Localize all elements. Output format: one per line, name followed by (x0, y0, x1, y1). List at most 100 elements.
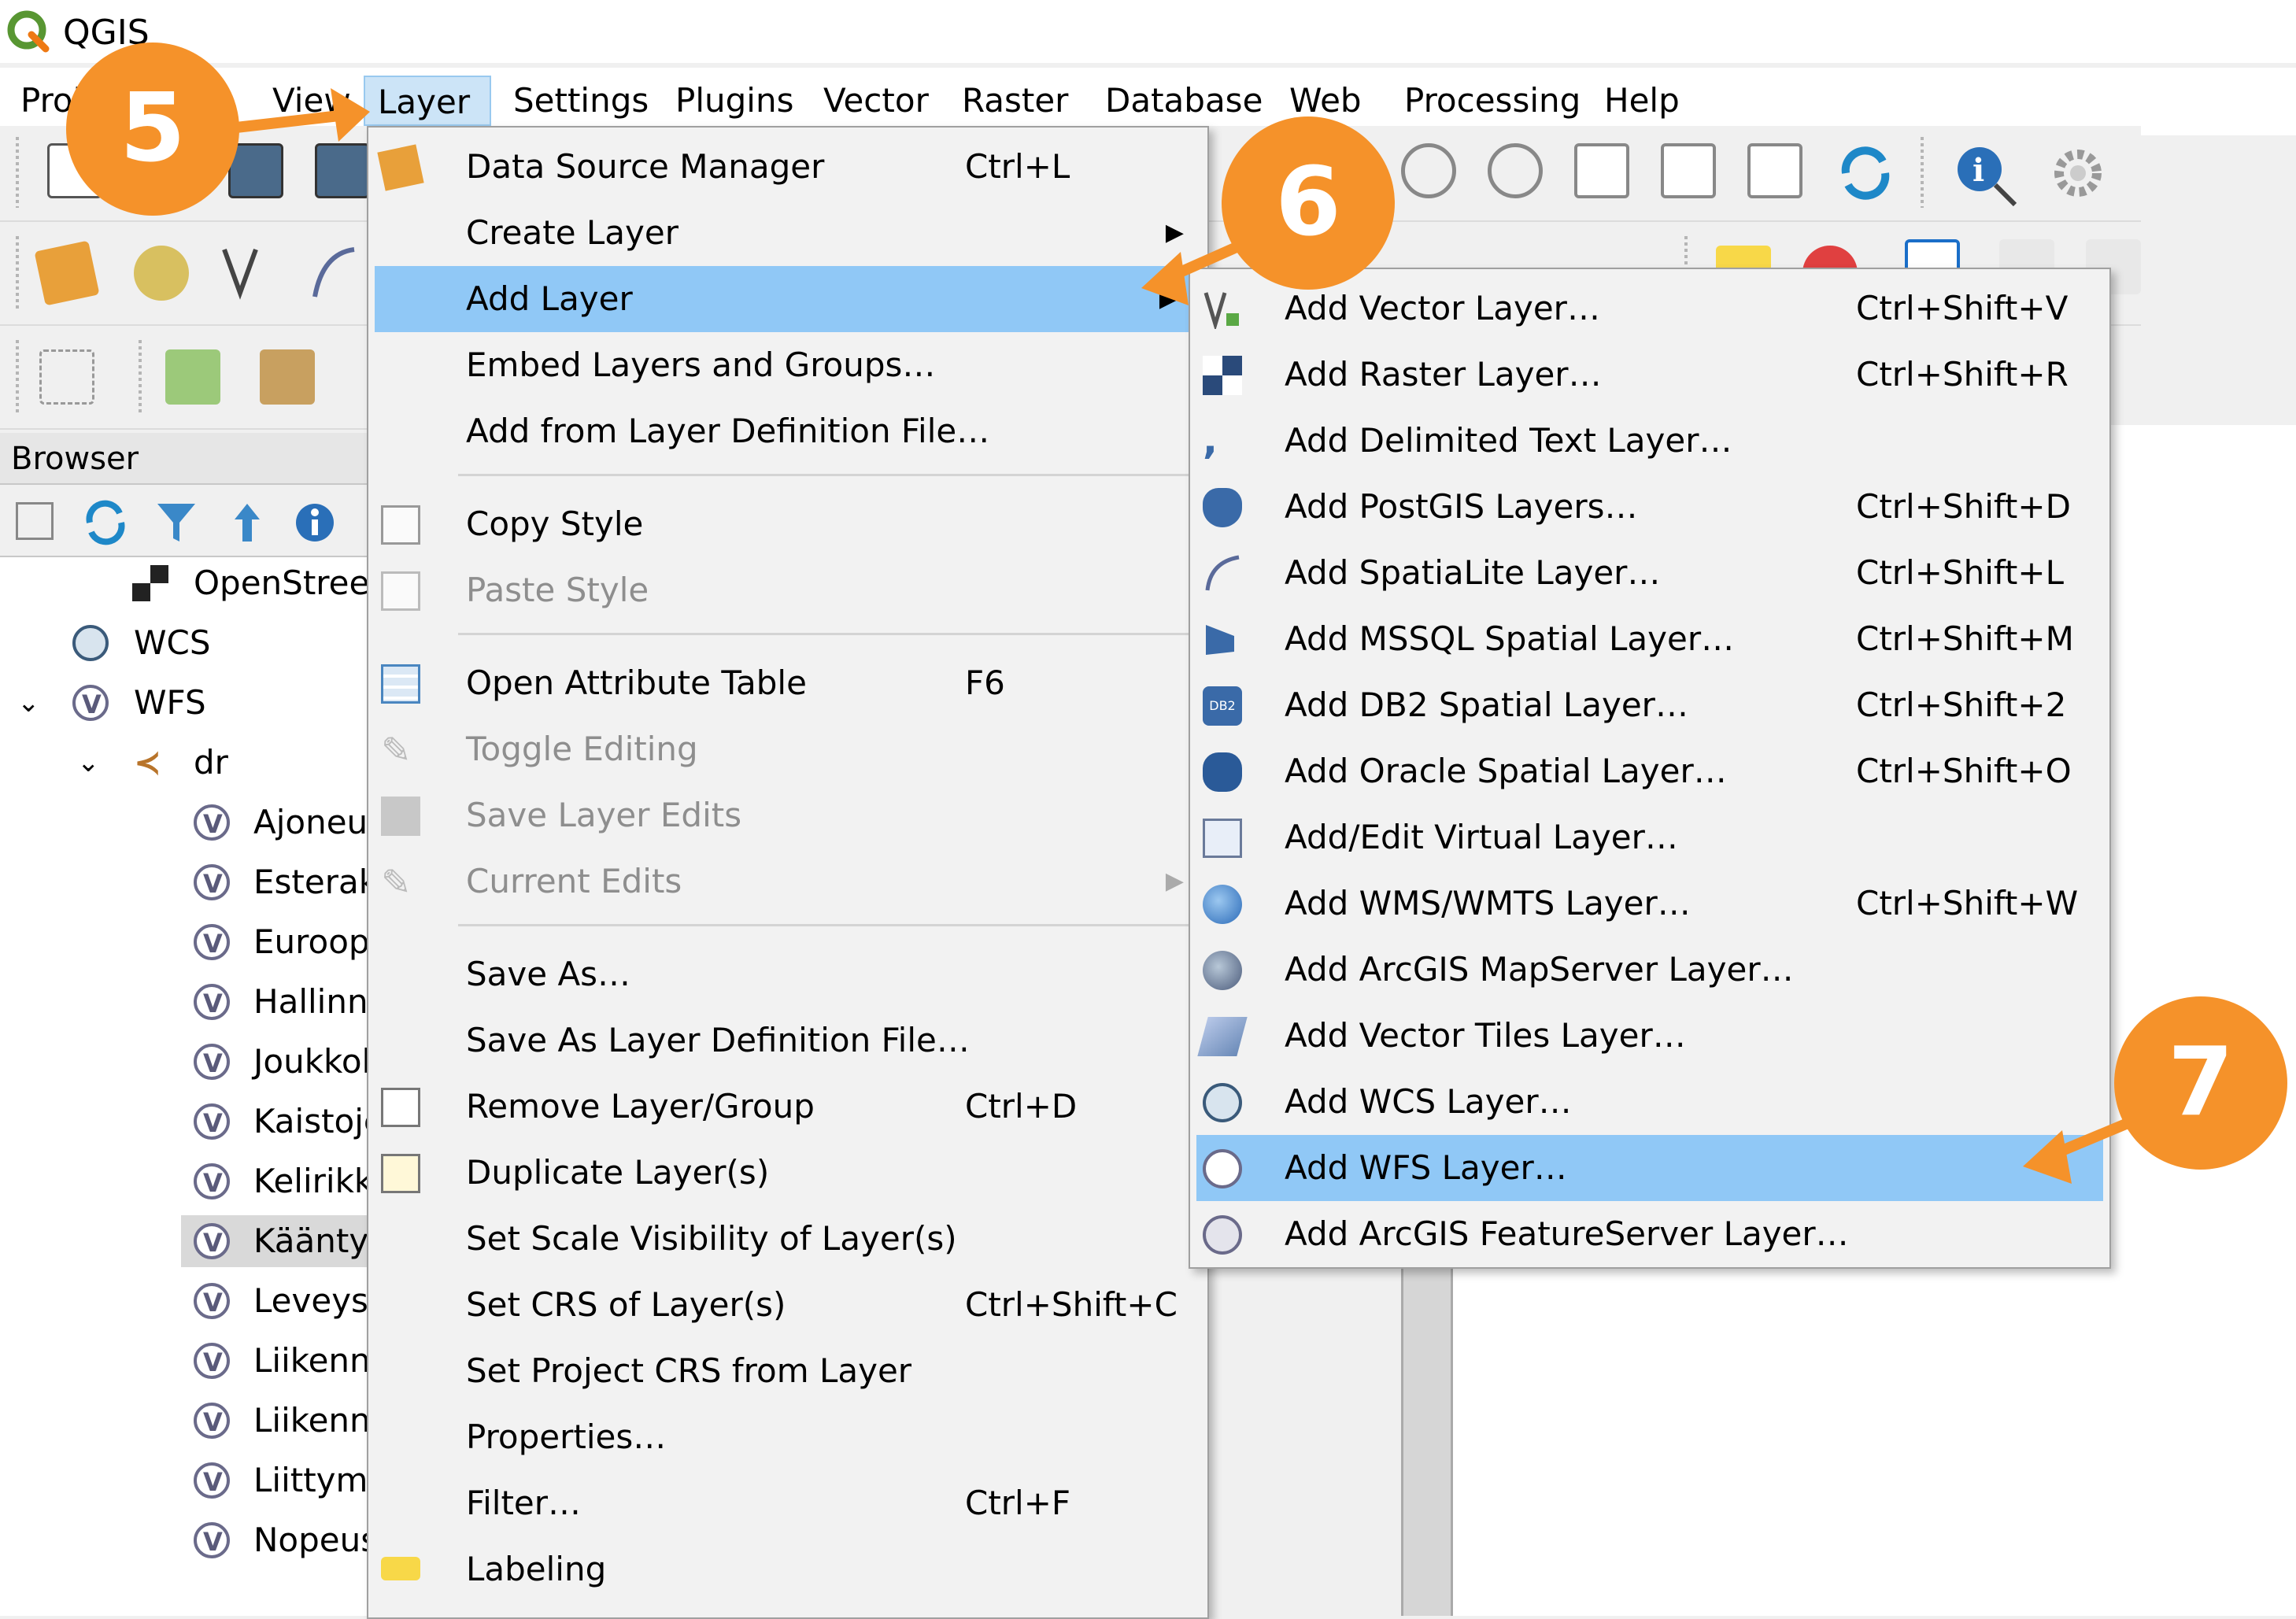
georeferencer-icon[interactable] (165, 349, 220, 405)
menu-item-data-source-manager[interactable]: Data Source Manager Ctrl+L (368, 134, 1207, 200)
menu-layer[interactable]: Layer (364, 76, 491, 126)
menu-item-embed-layers[interactable]: Embed Layers and Groups… (368, 332, 1207, 398)
tree-item-dr[interactable]: ⌄ ≺ dr (0, 737, 368, 789)
menu-item-filter[interactable]: Filter… Ctrl+F (368, 1470, 1207, 1536)
tree-item-layer[interactable]: Nopeus (0, 1514, 378, 1568)
toolbar-grip[interactable] (16, 236, 19, 310)
wfs-layer-icon (194, 978, 230, 1029)
menu-item-label: Add ArcGIS MapServer Layer… (1285, 950, 1794, 989)
menu-item-add-oracle[interactable]: Add Oracle Spatial Layer… Ctrl+Shift+O (1190, 738, 2109, 804)
refresh-icon[interactable] (1834, 142, 1897, 205)
menu-item-label: Add Delimited Text Layer… (1285, 421, 1732, 460)
new-bookmark-icon[interactable] (1574, 143, 1629, 198)
menu-plugins[interactable]: Plugins (663, 76, 806, 126)
tree-item-layer[interactable]: Liikenne (0, 1395, 390, 1448)
menu-item-open-attribute-table[interactable]: Open Attribute Table F6 (368, 650, 1207, 716)
tree-item-layer[interactable]: Euroop (0, 916, 370, 970)
menu-item-set-scale-visibility[interactable]: Set Scale Visibility of Layer(s) (368, 1206, 1207, 1272)
menu-item-copy-style[interactable]: Copy Style (368, 491, 1207, 557)
refresh-icon[interactable] (82, 499, 129, 546)
collapse-all-icon[interactable] (224, 499, 271, 546)
browser-toolbar (0, 485, 368, 557)
data-source-manager-icon[interactable] (34, 240, 100, 306)
tree-item-wfs[interactable]: ⌄ WFS (0, 677, 368, 730)
show-bookmarks-icon[interactable] (1661, 143, 1716, 198)
menu-item-paste-style[interactable]: Paste Style (368, 557, 1207, 623)
new-spatialite-icon[interactable] (307, 246, 362, 301)
menu-item-set-project-crs[interactable]: Set Project CRS from Layer (368, 1338, 1207, 1404)
new-geopackage-icon[interactable] (134, 246, 189, 301)
tree-item-layer-selected[interactable]: Kääntyr (181, 1215, 383, 1269)
add-selected-layers-icon[interactable] (16, 502, 54, 540)
menu-item-duplicate-layer[interactable]: Duplicate Layer(s) (368, 1140, 1207, 1206)
menu-item-save-as-definition[interactable]: Save As Layer Definition File… (368, 1007, 1207, 1074)
save-project-icon[interactable] (228, 143, 283, 198)
tree-item-layer[interactable]: Ajoneuv (0, 797, 387, 850)
chevron-down-icon[interactable]: ⌄ (17, 677, 40, 729)
menu-item-properties[interactable]: Properties… (368, 1404, 1207, 1470)
menu-processing[interactable]: Processing (1392, 76, 1593, 126)
menu-item-add-postgis[interactable]: Add PostGIS Layers… Ctrl+Shift+D (1190, 474, 2109, 540)
arcgis-mapserver-icon (1203, 951, 1242, 990)
identify-features-icon[interactable]: i (1952, 142, 2023, 213)
menu-item-label: Add/Edit Virtual Layer… (1285, 818, 1678, 856)
menu-item-add-raster-layer[interactable]: Add Raster Layer… Ctrl+Shift+R (1190, 342, 2109, 408)
menu-settings[interactable]: Settings (501, 76, 661, 126)
save-as-icon[interactable] (315, 143, 370, 198)
menu-item-add-wcs[interactable]: Add WCS Layer… (1190, 1069, 2109, 1135)
toolbar-grip[interactable] (16, 137, 19, 208)
menu-item-create-layer[interactable]: Create Layer ▶ (368, 200, 1207, 266)
menu-item-add-spatialite[interactable]: Add SpatiaLite Layer… Ctrl+Shift+L (1190, 540, 2109, 606)
menu-item-labeling[interactable]: Labeling (368, 1536, 1207, 1602)
menu-item-add-from-definition[interactable]: Add from Layer Definition File… (368, 398, 1207, 464)
menu-item-remove-layer[interactable]: Remove Layer/Group Ctrl+D (368, 1074, 1207, 1140)
menu-item-add-vector-tiles[interactable]: Add Vector Tiles Layer… (1190, 1003, 2109, 1069)
new-shapefile-icon[interactable] (220, 246, 275, 301)
menu-item-add-arcgis-featureserver[interactable]: Add ArcGIS FeatureServer Layer… (1190, 1201, 2109, 1267)
menu-view[interactable]: View (260, 76, 364, 126)
save-edits-icon (381, 797, 420, 836)
menu-raster[interactable]: Raster (949, 76, 1081, 126)
tree-item-layer[interactable]: Hallinno (0, 976, 388, 1029)
menu-item-add-wfs[interactable]: Add WFS Layer… (1196, 1135, 2103, 1201)
tree-item-layer[interactable]: Liikenne (0, 1335, 390, 1388)
menu-item-add-wms[interactable]: Add WMS/WMTS Layer… Ctrl+Shift+W (1190, 870, 2109, 937)
menu-item-toggle-editing[interactable]: ✎ Toggle Editing (368, 716, 1207, 782)
menu-vector[interactable]: Vector (811, 76, 941, 126)
tree-item-layer[interactable]: Joukkoli (0, 1036, 380, 1089)
chevron-down-icon[interactable]: ⌄ (77, 737, 100, 789)
spatial-bookmark-icon[interactable] (1747, 143, 1802, 198)
toolbar-grip[interactable] (16, 340, 19, 414)
select-features-icon[interactable] (39, 349, 94, 405)
menu-database[interactable]: Database (1093, 76, 1275, 126)
menu-item-add-delimited-text[interactable]: , Add Delimited Text Layer… (1190, 408, 2109, 474)
menu-help[interactable]: Help (1592, 76, 1692, 126)
menu-item-add-layer[interactable]: Add Layer ▶ (375, 266, 1201, 332)
menu-item-shortcut: Ctrl+Shift+O (1856, 752, 2072, 790)
tree-item-layer[interactable]: Liittymä (0, 1455, 388, 1508)
zoom-last-icon[interactable] (1401, 143, 1456, 198)
menu-item-save-as[interactable]: Save As… (368, 941, 1207, 1007)
tree-item-wcs[interactable]: WCS (0, 617, 368, 669)
menu-item-current-edits[interactable]: ✎ Current Edits ▶ (368, 848, 1207, 915)
menu-item-add-virtual-layer[interactable]: Add/Edit Virtual Layer… (1190, 804, 2109, 870)
wms-globe-icon (1203, 885, 1242, 924)
tree-item-openstreetmap[interactable]: OpenStreet (0, 557, 383, 609)
run-action-icon[interactable] (2046, 142, 2117, 213)
map-tips-icon[interactable] (260, 349, 315, 405)
zoom-next-icon[interactable] (1488, 143, 1543, 198)
panel-splitter[interactable] (1401, 1244, 1453, 1616)
menu-item-add-arcgis-mapserver[interactable]: Add ArcGIS MapServer Layer… (1190, 937, 2109, 1003)
tree-item-layer[interactable]: Leveys (0, 1275, 368, 1329)
menu-item-shortcut: Ctrl+Shift+L (1856, 553, 2064, 592)
tree-item-layer[interactable]: Kaistoje (0, 1096, 384, 1149)
menu-item-save-layer-edits[interactable]: Save Layer Edits (368, 782, 1207, 848)
tree-item-layer[interactable]: Kelirikko (0, 1155, 392, 1209)
info-icon[interactable] (291, 499, 338, 546)
filter-icon[interactable] (154, 499, 198, 546)
menu-item-shortcut: Ctrl+L (965, 147, 1070, 186)
menu-item-add-db2[interactable]: DB2 Add DB2 Spatial Layer… Ctrl+Shift+2 (1190, 672, 2109, 738)
menu-item-add-mssql[interactable]: Add MSSQL Spatial Layer… Ctrl+Shift+M (1190, 606, 2109, 672)
tree-item-layer[interactable]: Esterak (0, 856, 378, 910)
menu-item-set-crs[interactable]: Set CRS of Layer(s) Ctrl+Shift+C (368, 1272, 1207, 1338)
